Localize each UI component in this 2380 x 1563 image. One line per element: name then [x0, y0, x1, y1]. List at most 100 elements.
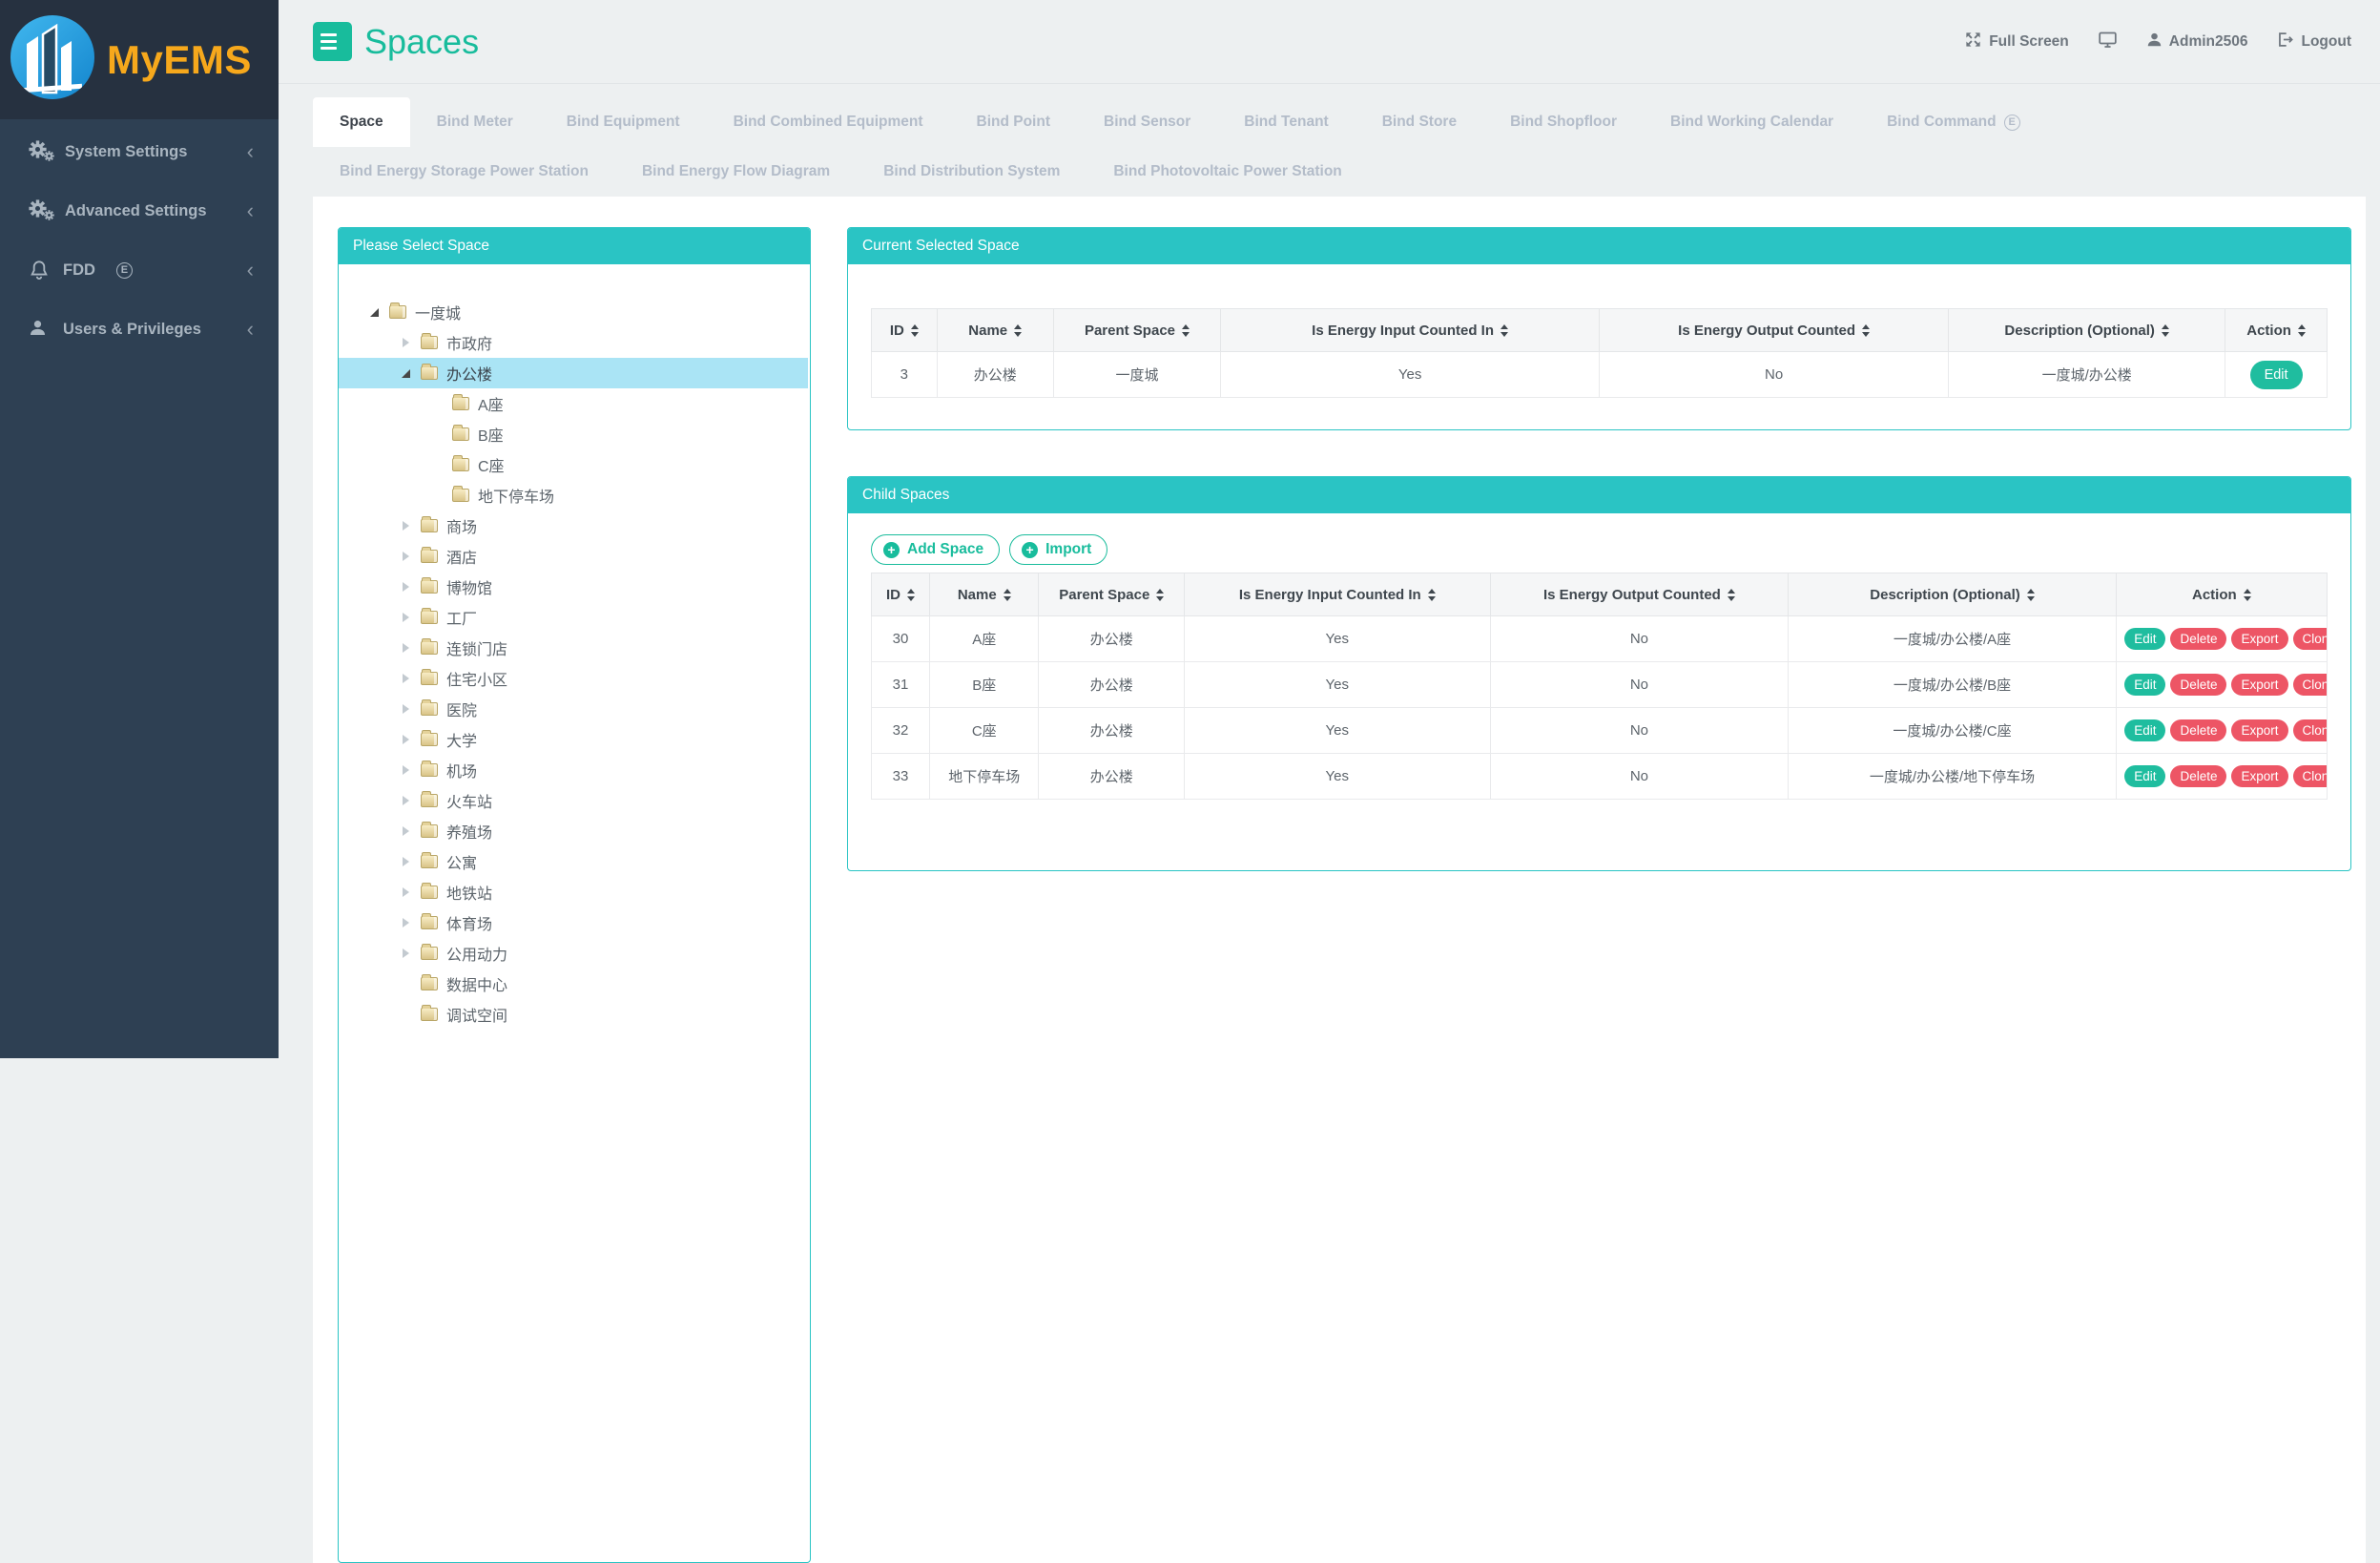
- tree-node[interactable]: 公用动力: [339, 938, 808, 969]
- clone-button[interactable]: Clone: [2293, 674, 2328, 696]
- tree-caret-closed-icon[interactable]: [399, 643, 412, 653]
- sort-icon[interactable]: [1500, 324, 1508, 337]
- tab-bind-equipment[interactable]: Bind Equipment: [540, 97, 707, 147]
- clone-button[interactable]: Clone: [2293, 765, 2328, 787]
- tree-node[interactable]: 博物馆: [339, 572, 808, 602]
- tree-caret-closed-icon[interactable]: [399, 826, 412, 836]
- tab-bind-working-calendar[interactable]: Bind Working Calendar: [1644, 97, 1860, 147]
- tree-node[interactable]: 地铁站: [339, 877, 808, 907]
- tree-node[interactable]: A座: [339, 388, 808, 419]
- tree-node[interactable]: 商场: [339, 511, 808, 541]
- tree-node[interactable]: C座: [339, 449, 808, 480]
- tab-bind-combined-equipment[interactable]: Bind Combined Equipment: [707, 97, 950, 147]
- monitor-button[interactable]: [2098, 30, 2118, 54]
- tab-bind-photovoltaic-power-station[interactable]: Bind Photovoltaic Power Station: [1087, 147, 1368, 197]
- tree-node[interactable]: 体育场: [339, 907, 808, 938]
- tab-bind-command[interactable]: Bind CommandE: [1860, 97, 2047, 147]
- sort-icon[interactable]: [907, 589, 915, 601]
- sidebar-item-system-settings[interactable]: System Settings‹: [0, 122, 279, 181]
- tree-node[interactable]: 一度城: [339, 297, 808, 327]
- tree-node[interactable]: 火车站: [339, 785, 808, 816]
- delete-button[interactable]: Delete: [2170, 674, 2226, 696]
- tree-node[interactable]: 地下停车场: [339, 480, 808, 511]
- tree-node[interactable]: 大学: [339, 724, 808, 755]
- tree-caret-closed-icon[interactable]: [399, 674, 412, 683]
- export-button[interactable]: Export: [2231, 674, 2287, 696]
- tab-bind-sensor[interactable]: Bind Sensor: [1077, 97, 1217, 147]
- tree-caret-closed-icon[interactable]: [399, 948, 412, 958]
- menu-toggle-button[interactable]: [313, 22, 352, 61]
- delete-button[interactable]: Delete: [2170, 765, 2226, 787]
- tree-node[interactable]: 机场: [339, 755, 808, 785]
- delete-button[interactable]: Delete: [2170, 719, 2226, 741]
- sort-icon[interactable]: [1182, 324, 1190, 337]
- export-button[interactable]: Export: [2231, 765, 2287, 787]
- app-logo[interactable]: MyEMS: [0, 0, 279, 119]
- tree-node[interactable]: 住宅小区: [339, 663, 808, 694]
- tree-node[interactable]: 办公楼: [339, 358, 808, 388]
- tree-node[interactable]: B座: [339, 419, 808, 449]
- edit-button[interactable]: Edit: [2124, 719, 2165, 741]
- fullscreen-button[interactable]: Full Screen: [1964, 31, 2069, 53]
- sort-icon[interactable]: [1862, 324, 1870, 337]
- tab-bind-point[interactable]: Bind Point: [950, 97, 1078, 147]
- sort-icon[interactable]: [911, 324, 919, 337]
- sort-icon[interactable]: [2298, 324, 2306, 337]
- tree-caret-closed-icon[interactable]: [399, 796, 412, 805]
- export-button[interactable]: Export: [2231, 628, 2287, 650]
- tree-caret-closed-icon[interactable]: [399, 735, 412, 744]
- tree-caret-closed-icon[interactable]: [399, 765, 412, 775]
- edit-button[interactable]: Edit: [2250, 361, 2303, 389]
- tab-bind-energy-storage-power-station[interactable]: Bind Energy Storage Power Station: [313, 147, 615, 197]
- sort-icon[interactable]: [2027, 589, 2035, 601]
- sidebar-item-advanced-settings[interactable]: Advanced Settings‹: [0, 181, 279, 240]
- tab-space[interactable]: Space: [313, 97, 410, 147]
- tree-node[interactable]: 公寓: [339, 846, 808, 877]
- tab-bind-tenant[interactable]: Bind Tenant: [1217, 97, 1355, 147]
- sort-icon[interactable]: [1156, 589, 1164, 601]
- delete-button[interactable]: Delete: [2170, 628, 2226, 650]
- tree-caret-closed-icon[interactable]: [399, 338, 412, 347]
- sort-icon[interactable]: [2162, 324, 2169, 337]
- tree-caret-closed-icon[interactable]: [399, 704, 412, 714]
- tree-caret-closed-icon[interactable]: [399, 552, 412, 561]
- sort-icon[interactable]: [1004, 589, 1011, 601]
- tree-node[interactable]: 医院: [339, 694, 808, 724]
- tree-node[interactable]: 酒店: [339, 541, 808, 572]
- export-button[interactable]: Export: [2231, 719, 2287, 741]
- tree-node[interactable]: 工厂: [339, 602, 808, 633]
- clone-button[interactable]: Clone: [2293, 628, 2328, 650]
- import-button[interactable]: +Import: [1009, 534, 1107, 565]
- sidebar-item-users-privileges[interactable]: Users & Privileges‹: [0, 300, 279, 359]
- tree-node[interactable]: 养殖场: [339, 816, 808, 846]
- add-space-button[interactable]: +Add Space: [871, 534, 1000, 565]
- sidebar-item-fdd[interactable]: FDDE‹: [0, 240, 279, 300]
- tab-bind-distribution-system[interactable]: Bind Distribution System: [857, 147, 1087, 197]
- tree-node[interactable]: 数据中心: [339, 969, 808, 999]
- tree-caret-closed-icon[interactable]: [399, 582, 412, 592]
- tab-bind-meter[interactable]: Bind Meter: [410, 97, 540, 147]
- tree-caret-closed-icon[interactable]: [399, 887, 412, 897]
- user-menu[interactable]: Admin2506: [2146, 31, 2248, 52]
- tree-node[interactable]: 连锁门店: [339, 633, 808, 663]
- tree-caret-closed-icon[interactable]: [399, 613, 412, 622]
- tab-bind-shopfloor[interactable]: Bind Shopfloor: [1483, 97, 1644, 147]
- clone-button[interactable]: Clone: [2293, 719, 2328, 741]
- edit-button[interactable]: Edit: [2124, 674, 2165, 696]
- edit-button[interactable]: Edit: [2124, 628, 2165, 650]
- tab-bind-store[interactable]: Bind Store: [1356, 97, 1483, 147]
- tree-caret-open-icon[interactable]: [367, 308, 381, 317]
- sort-icon[interactable]: [1728, 589, 1735, 601]
- sort-icon[interactable]: [2244, 589, 2251, 601]
- tree-node[interactable]: 调试空间: [339, 999, 808, 1030]
- tree-caret-closed-icon[interactable]: [399, 857, 412, 866]
- sort-icon[interactable]: [1428, 589, 1436, 601]
- sort-icon[interactable]: [1014, 324, 1022, 337]
- tree-caret-closed-icon[interactable]: [399, 521, 412, 531]
- logout-button[interactable]: Logout: [2276, 31, 2351, 53]
- tree-caret-closed-icon[interactable]: [399, 918, 412, 927]
- tab-bind-energy-flow-diagram[interactable]: Bind Energy Flow Diagram: [615, 147, 857, 197]
- edit-button[interactable]: Edit: [2124, 765, 2165, 787]
- tree-caret-open-icon[interactable]: [399, 369, 412, 378]
- tree-node[interactable]: 市政府: [339, 327, 808, 358]
